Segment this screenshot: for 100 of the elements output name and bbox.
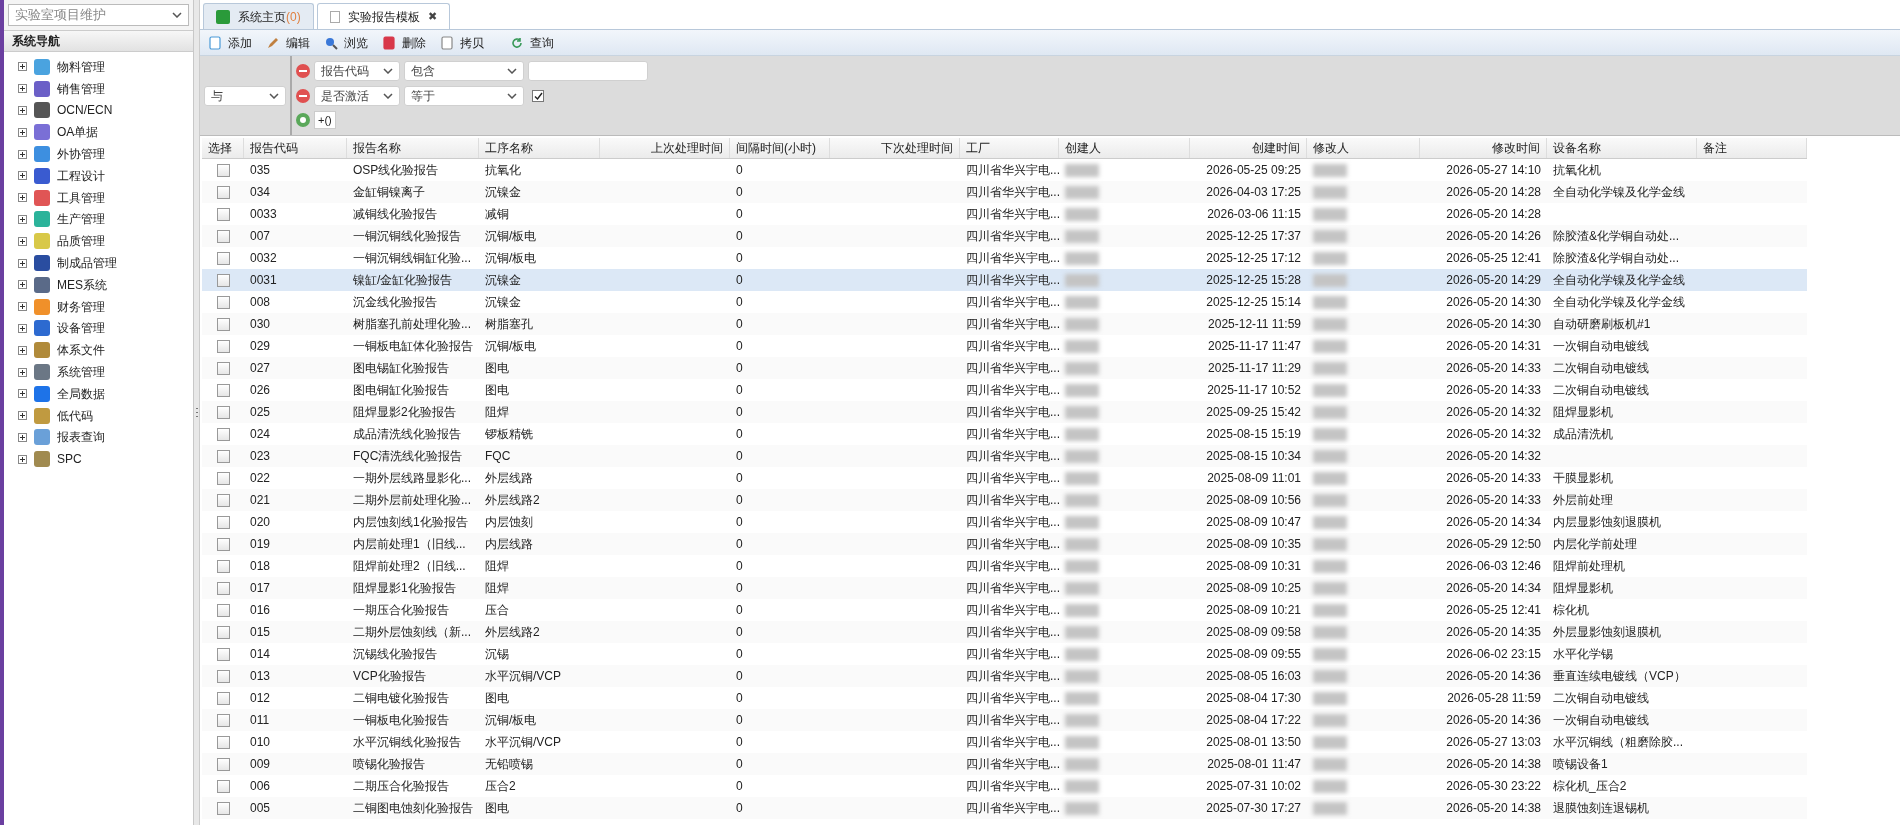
row-checkbox[interactable]: [216, 449, 230, 463]
row-checkbox[interactable]: [216, 273, 230, 287]
field-select[interactable]: 是否激活: [314, 86, 400, 106]
expand-icon[interactable]: [18, 62, 27, 72]
sidebar-item[interactable]: 低代码: [57, 406, 93, 425]
table-row[interactable]: 013 VCP化验报告 水平沉铜/VCP 0 四川省华兴宇电... 2025-08-05 16:03 2026-05-20 14:36 垂直连续电镀线（VCP）: [202, 665, 1807, 687]
sidebar-item[interactable]: 外协管理: [57, 145, 105, 164]
expand-icon[interactable]: [18, 432, 27, 442]
column-header[interactable]: 工厂: [960, 138, 1059, 158]
sidebar-item[interactable]: 报表查询: [57, 428, 105, 447]
expand-icon[interactable]: [18, 84, 27, 94]
table-row[interactable]: 027 图电锡缸化验报告 图电 0 四川省华兴宇电... 2025-11-17 11:29 2026-05-20 14:33 二次铜自动电镀线: [202, 357, 1807, 379]
expand-icon[interactable]: [18, 280, 27, 290]
module-select[interactable]: 实验室项目维护: [8, 4, 189, 26]
add-group-button[interactable]: +(): [314, 111, 336, 129]
row-checkbox[interactable]: [216, 757, 230, 771]
operator-select[interactable]: 等于: [404, 86, 524, 106]
expand-icon[interactable]: [18, 345, 27, 355]
operator-select[interactable]: 包含: [404, 61, 524, 81]
row-checkbox[interactable]: [216, 251, 230, 265]
row-checkbox[interactable]: [216, 647, 230, 661]
row-checkbox[interactable]: [216, 691, 230, 705]
expand-icon[interactable]: [18, 214, 27, 224]
sidebar-item[interactable]: SPC: [57, 450, 82, 469]
sidebar-item[interactable]: 系统管理: [57, 363, 105, 382]
expand-icon[interactable]: [18, 193, 27, 203]
expand-icon[interactable]: [18, 411, 27, 421]
sidebar-item[interactable]: 体系文件: [57, 341, 105, 360]
expand-icon[interactable]: [18, 106, 27, 115]
row-checkbox[interactable]: [216, 427, 230, 441]
row-checkbox[interactable]: [216, 471, 230, 485]
remove-condition-icon[interactable]: [296, 89, 310, 103]
expand-icon[interactable]: [18, 149, 27, 159]
row-checkbox[interactable]: [216, 559, 230, 573]
toolbar-button[interactable]: 删除: [382, 33, 426, 52]
value-checkbox[interactable]: [532, 90, 544, 102]
sidebar-item[interactable]: 工具管理: [57, 188, 105, 207]
column-header[interactable]: 创建人: [1059, 138, 1190, 158]
toolbar-button[interactable]: 拷贝: [440, 33, 484, 52]
table-row[interactable]: 017 阻焊显影1化验报告 阻焊 0 四川省华兴宇电... 2025-08-09 10:25 2026-05-20 14:34 阻焊显影机: [202, 577, 1807, 599]
expand-icon[interactable]: [18, 302, 27, 312]
row-checkbox[interactable]: [216, 735, 230, 749]
row-checkbox[interactable]: [216, 361, 230, 375]
sidebar-item[interactable]: MES系统: [57, 275, 107, 294]
table-row[interactable]: 019 内层前处理1（旧线... 内层线路 0 四川省华兴宇电... 2025-08-09 10:35 2026-05-29 12:50 内层化学前处理: [202, 533, 1807, 555]
table-row[interactable]: 007 一铜沉铜线化验报告 沉铜/板电 0 四川省华兴宇电... 2025-12-25 17:37 2026-05-20 14:26 除胶渣&化学铜自动处...: [202, 225, 1807, 247]
table-row[interactable]: 025 阻焊显影2化验报告 阻焊 0 四川省华兴宇电... 2025-09-25 15:42 2026-05-20 14:32 阻焊显影机: [202, 401, 1807, 423]
row-checkbox[interactable]: [216, 493, 230, 507]
column-header[interactable]: 工序名称: [479, 138, 600, 158]
table-row[interactable]: 021 二期外层前处理化验... 外层线路2 0 四川省华兴宇电... 2025-08-09 10:56 2026-05-20 14:33 外层前处理: [202, 489, 1807, 511]
table-row[interactable]: 015 二期外层蚀刻线（新... 外层线路2 0 四川省华兴宇电... 2025-08-09 09:58 2026-05-20 14:35 外层显影蚀刻退膜机: [202, 621, 1807, 643]
sidebar-item[interactable]: 财务管理: [57, 297, 105, 316]
column-header[interactable]: 备注: [1697, 138, 1807, 158]
row-checkbox[interactable]: [216, 801, 230, 815]
field-select[interactable]: 报告代码: [314, 61, 400, 81]
expand-icon[interactable]: [18, 454, 27, 464]
sidebar-item[interactable]: 工程设计: [57, 166, 105, 185]
row-checkbox[interactable]: [216, 713, 230, 727]
table-row[interactable]: 011 一铜板电化验报告 沉铜/板电 0 四川省华兴宇电... 2025-08-04 17:22 2026-05-20 14:36 一次铜自动电镀线: [202, 709, 1807, 731]
table-row[interactable]: 034 金缸铜镍离子 沉镍金 0 四川省华兴宇电... 2026-04-03 17:25 2026-05-20 14:28 全自动化学镍及化学金线: [202, 181, 1807, 203]
row-checkbox[interactable]: [216, 295, 230, 309]
sidebar-item[interactable]: 全局数据: [57, 384, 105, 403]
close-icon[interactable]: ✖: [427, 8, 437, 25]
column-header[interactable]: 报告名称: [347, 138, 479, 158]
table-row[interactable]: 005 二铜图电蚀刻化验报告 图电 0 四川省华兴宇电... 2025-07-30 17:27 2026-05-20 14:38 退膜蚀刻连退锡机: [202, 797, 1807, 819]
add-condition-icon[interactable]: [296, 113, 310, 127]
row-checkbox[interactable]: [216, 405, 230, 419]
column-header[interactable]: 创建时间: [1190, 138, 1307, 158]
expand-icon[interactable]: [18, 389, 27, 399]
expand-icon[interactable]: [18, 323, 27, 333]
sidebar-item[interactable]: 物料管理: [57, 57, 105, 76]
tab[interactable]: 实验报告模板 ✖: [316, 3, 450, 29]
row-checkbox[interactable]: [216, 339, 230, 353]
column-header[interactable]: 下次处理时间: [830, 138, 960, 158]
logic-select[interactable]: 与: [204, 85, 286, 106]
sidebar-item[interactable]: 制成品管理: [57, 254, 117, 273]
sidebar-item[interactable]: 生产管理: [57, 210, 105, 229]
column-header[interactable]: 上次处理时间: [600, 138, 730, 158]
toolbar-button[interactable]: 查询: [510, 33, 554, 52]
row-checkbox[interactable]: [216, 515, 230, 529]
table-row[interactable]: 023 FQC清洗线化验报告 FQC 0 四川省华兴宇电... 2025-08-15 10:34 2026-05-20 14:32: [202, 445, 1807, 467]
tab[interactable]: 系统主页(0): [203, 3, 314, 29]
row-checkbox[interactable]: [216, 317, 230, 331]
expand-icon[interactable]: [18, 367, 27, 377]
column-header[interactable]: 设备名称: [1547, 138, 1697, 158]
sidebar-item[interactable]: 品质管理: [57, 232, 105, 251]
row-checkbox[interactable]: [216, 537, 230, 551]
expand-icon[interactable]: [18, 236, 27, 246]
table-row[interactable]: 030 树脂塞孔前处理化验... 树脂塞孔 0 四川省华兴宇电... 2025-12-11 11:59 2026-05-20 14:30 自动研磨刷板机#1: [202, 313, 1807, 335]
row-checkbox[interactable]: [216, 207, 230, 221]
column-header[interactable]: 修改时间: [1420, 138, 1547, 158]
table-row[interactable]: 009 喷锡化验报告 无铅喷锡 0 四川省华兴宇电... 2025-08-01 11:47 2026-05-20 14:38 喷锡设备1: [202, 753, 1807, 775]
sidebar-item[interactable]: 销售管理: [57, 79, 105, 98]
table-row[interactable]: 0031 镍缸/金缸化验报告 沉镍金 0 四川省华兴宇电... 2025-12-25 15:28 2026-05-20 14:29 全自动化学镍及化学金线: [202, 269, 1807, 291]
value-field[interactable]: [528, 61, 648, 81]
column-header[interactable]: 间隔时间(小时): [730, 138, 830, 158]
sidebar-item[interactable]: OCN/ECN: [57, 101, 113, 120]
row-checkbox[interactable]: [216, 669, 230, 683]
remove-condition-icon[interactable]: [296, 64, 310, 78]
toolbar-button[interactable]: 编辑: [266, 33, 310, 52]
